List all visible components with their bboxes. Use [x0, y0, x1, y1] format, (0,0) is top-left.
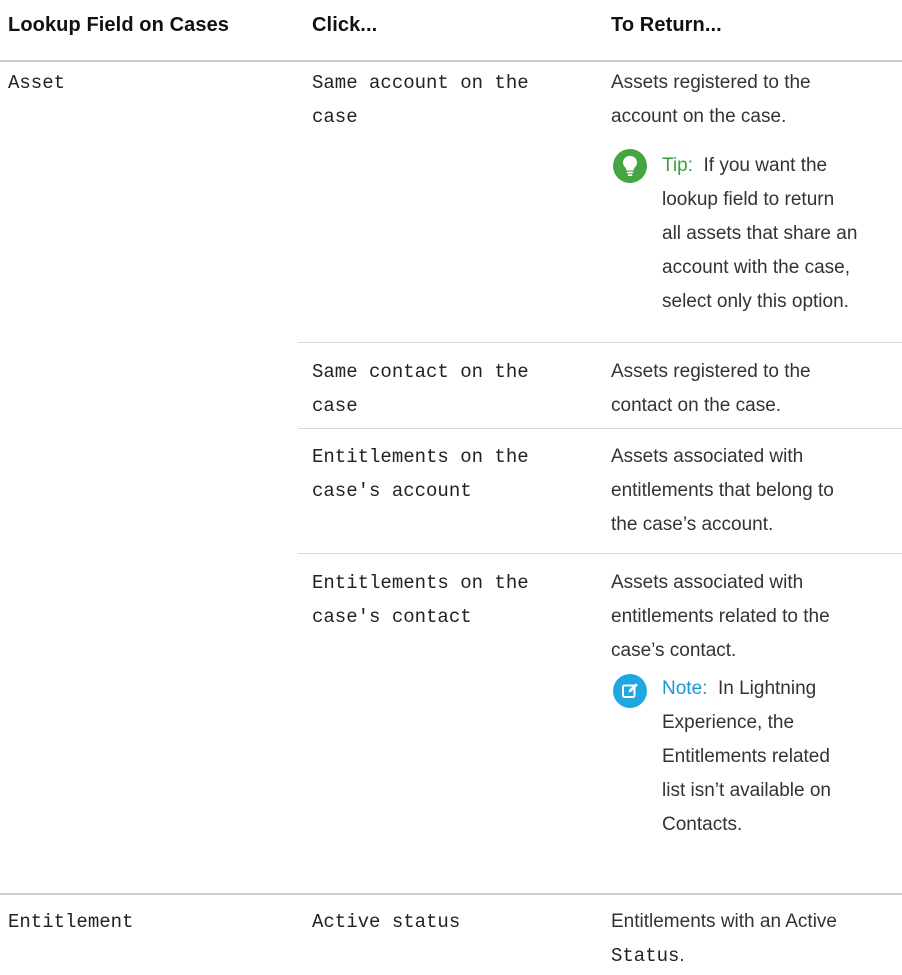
return-line-end: .	[679, 945, 685, 966]
tip-line: lookup field to return	[662, 189, 835, 210]
click-line: Same account on the	[312, 72, 529, 94]
tip-callout: Tip: If you want the lookup field to ret…	[662, 149, 902, 319]
click-same-account: Same account on the case	[312, 66, 529, 134]
row-divider	[298, 342, 902, 343]
note-callout: Note: In Lightning Experience, the Entit…	[662, 672, 902, 842]
return-active-status: Entitlements with an Active Status.	[611, 905, 837, 973]
return-line: Entitlements with an Active	[611, 911, 837, 932]
return-line: entitlements that belong to	[611, 480, 834, 501]
lookup-filter-table: Lookup Field on Cases Click... To Return…	[0, 0, 902, 975]
click-line: Entitlements on the	[312, 446, 529, 468]
return-line: case’s contact.	[611, 640, 737, 661]
tip-line: all assets that share an	[662, 223, 858, 244]
click-line: case's account	[312, 480, 472, 502]
return-line: account on the case.	[611, 106, 787, 127]
return-line: Assets associated with	[611, 446, 804, 467]
status-code: Status	[611, 945, 680, 967]
note-line: Experience, the	[662, 712, 795, 733]
field-asset: Asset	[8, 72, 66, 94]
tip-label: Tip:	[662, 155, 693, 176]
section-divider	[0, 893, 902, 895]
click-line: Entitlements on the	[312, 572, 529, 594]
click-line: case's contact	[312, 606, 472, 628]
field-entitlement: Entitlement	[8, 911, 134, 933]
note-line: In Lightning	[717, 678, 817, 699]
click-entitlements-contact: Entitlements on the case's contact	[312, 566, 529, 634]
column-header-click: Click...	[312, 14, 378, 36]
tip-line: select only this option.	[662, 291, 849, 312]
return-same-account: Assets registered to the account on the …	[611, 66, 811, 134]
tip-line: If you want the	[703, 155, 828, 176]
click-line: case	[312, 395, 358, 417]
click-line: case	[312, 106, 358, 128]
column-header-to-return: To Return...	[611, 14, 722, 36]
click-line: Same contact on the	[312, 361, 529, 383]
return-same-contact: Assets registered to the contact on the …	[611, 355, 811, 423]
note-label: Note:	[662, 678, 708, 699]
click-entitlements-account: Entitlements on the case's account	[312, 440, 529, 508]
note-line: Contacts.	[662, 814, 743, 835]
tip-line: account with the case,	[662, 257, 850, 278]
return-line: Assets registered to the	[611, 72, 811, 93]
return-line: entitlements related to the	[611, 606, 830, 627]
table-header: Lookup Field on Cases Click... To Return…	[0, 0, 902, 62]
return-entitlements-contact: Assets associated with entitlements rela…	[611, 566, 830, 668]
click-active-status: Active status	[312, 911, 461, 933]
row-divider	[298, 553, 902, 554]
note-line: list isn’t available on	[662, 780, 831, 801]
column-header-lookup-field: Lookup Field on Cases	[8, 14, 230, 36]
return-line: Assets associated with	[611, 572, 804, 593]
row-divider	[298, 428, 902, 429]
edit-note-icon	[613, 674, 647, 708]
return-line: Assets registered to the	[611, 361, 811, 382]
return-line: contact on the case.	[611, 395, 782, 416]
note-line: Entitlements related	[662, 746, 830, 767]
click-same-contact: Same contact on the case	[312, 355, 529, 423]
return-entitlements-account: Assets associated with entitlements that…	[611, 440, 834, 542]
return-line: the case’s account.	[611, 514, 774, 535]
lightbulb-icon	[613, 149, 647, 183]
